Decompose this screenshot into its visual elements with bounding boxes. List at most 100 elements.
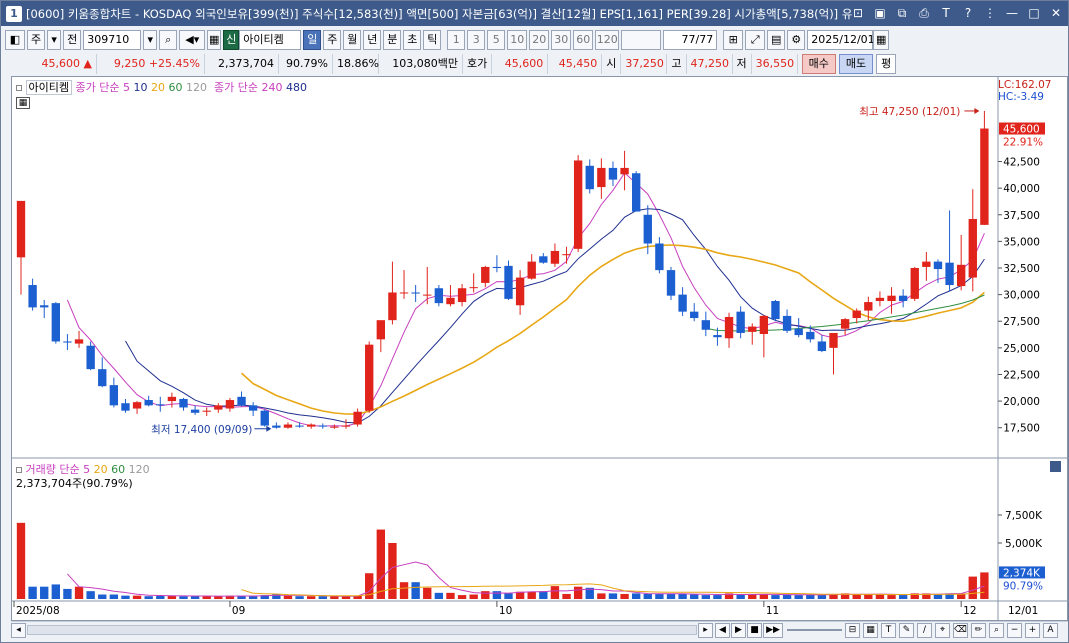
pin-icon[interactable]: ⋮ xyxy=(982,4,998,22)
volume-bar xyxy=(887,595,896,599)
maximize-icon[interactable]: □ xyxy=(1026,4,1042,22)
mode-dropdown-icon[interactable]: ▾ xyxy=(47,30,62,50)
interval-60-button[interactable]: 60 xyxy=(573,30,594,50)
volume-bar xyxy=(190,596,200,599)
date-input[interactable]: 2025/12/01 xyxy=(807,30,875,50)
chart-area[interactable]: 42,500 40,000 37,500 35,000 32,500 30,000 27,5… xyxy=(11,76,1069,622)
interval-3-button[interactable]: 3 xyxy=(467,30,486,50)
scroll-right-small-icon[interactable]: ▸ xyxy=(698,623,713,638)
period-second-button[interactable]: 초 xyxy=(403,30,422,50)
text-icon[interactable]: T xyxy=(938,4,954,22)
interval-10-button[interactable]: 10 xyxy=(507,30,528,50)
mode-select[interactable]: 주 xyxy=(27,30,46,50)
volume-bar xyxy=(457,595,467,599)
print-icon[interactable]: ⎙ xyxy=(916,4,932,22)
new-listing-badge: 신 xyxy=(223,30,240,50)
volume-bar xyxy=(782,594,792,599)
buy-button[interactable]: 매수 xyxy=(801,54,836,74)
panel-menu-icon[interactable] xyxy=(1050,461,1061,472)
interval-1-button[interactable]: 1 xyxy=(447,30,466,50)
list-icon[interactable]: ▦ xyxy=(207,30,222,50)
volume-bar xyxy=(16,522,26,599)
pen-icon[interactable]: ✏ xyxy=(971,623,986,638)
nav-end-button[interactable]: ▶▶ xyxy=(763,623,783,638)
plus-icon[interactable]: + xyxy=(1025,623,1040,638)
font-icon[interactable]: A xyxy=(1043,623,1058,638)
y-tick-label: 37,500 xyxy=(1003,210,1040,222)
search-icon[interactable]: ⌕ xyxy=(159,30,178,50)
eraser-icon[interactable]: ⌫ xyxy=(953,623,968,638)
custom-interval-select[interactable] xyxy=(621,30,662,50)
period-minute-button[interactable]: 분 xyxy=(383,30,402,50)
volume-bar xyxy=(608,593,618,599)
sound-icon[interactable]: ◀▾ xyxy=(179,30,206,50)
period-year-button[interactable]: 년 xyxy=(363,30,382,50)
nav-next-button[interactable]: ▶ xyxy=(731,623,746,638)
low-label: 저 xyxy=(733,54,752,74)
interval-30-button[interactable]: 30 xyxy=(551,30,572,50)
data-table-icon[interactable]: ▦ xyxy=(16,97,30,109)
vol-tick-label: 7,500K xyxy=(1005,510,1043,522)
period-week-button[interactable]: 주 xyxy=(323,30,342,50)
interval-20-button[interactable]: 20 xyxy=(529,30,550,50)
period-tick-button[interactable]: 틱 xyxy=(423,30,442,50)
nav-stop-button[interactable]: ■ xyxy=(747,623,762,638)
code-dropdown-icon[interactable]: ▾ xyxy=(143,30,158,50)
save-icon[interactable]: ▤ xyxy=(767,30,786,50)
legend-toggle-icon[interactable] xyxy=(16,85,22,91)
nav-prev-button[interactable]: ◀ xyxy=(715,623,730,638)
legend-ma-prefix: 종가 단순 xyxy=(75,81,120,94)
data-count: 77 xyxy=(681,33,696,46)
close-icon[interactable]: ✕ xyxy=(1048,4,1064,22)
zoom-icon[interactable]: ⌕ xyxy=(989,623,1004,638)
line-icon[interactable]: ∕ xyxy=(917,623,932,638)
average-button[interactable]: 평 xyxy=(876,54,897,74)
crosshair-icon[interactable]: ⊞ xyxy=(723,30,744,50)
zoom-slider[interactable] xyxy=(787,629,842,631)
candle-body xyxy=(608,167,618,180)
sell-button[interactable]: 매도 xyxy=(838,54,874,74)
y-tick-label: 17,500 xyxy=(1003,423,1040,435)
scroll-track[interactable] xyxy=(27,625,697,635)
candle-body xyxy=(550,250,560,264)
layout-toggle-icon[interactable]: ◧ xyxy=(5,30,25,50)
interval-120-button[interactable]: 120 xyxy=(595,30,620,50)
marker-icon[interactable]: ⌖ xyxy=(935,623,950,638)
tools-icon[interactable]: ⤢ xyxy=(745,30,766,50)
prev-button[interactable]: 전 xyxy=(63,30,82,50)
chart-canvas[interactable]: 42,500 40,000 37,500 35,000 32,500 30,000 27,5… xyxy=(12,77,1069,622)
period-day-button[interactable]: 일 xyxy=(303,30,322,50)
candle-body xyxy=(759,315,769,335)
candle-body xyxy=(736,311,745,333)
candle-body xyxy=(840,319,850,329)
layout-icon[interactable]: ▣ xyxy=(872,4,888,22)
interval-5-button[interactable]: 5 xyxy=(487,30,506,50)
y-tick-label: 42,500 xyxy=(1003,157,1040,169)
draw-icon[interactable]: ✎ xyxy=(899,623,914,638)
grid-icon[interactable]: ▦ xyxy=(863,623,878,638)
candle-body xyxy=(527,261,536,279)
gear-icon[interactable]: ⚙ xyxy=(787,30,806,50)
stock-code-input[interactable]: 309710 xyxy=(83,30,142,50)
minimize-icon[interactable]: — xyxy=(1004,4,1020,22)
candle-body xyxy=(283,424,293,428)
volume-legend-toggle-icon[interactable] xyxy=(16,467,22,473)
period-month-button[interactable]: 월 xyxy=(343,30,362,50)
chart-scrollbar[interactable]: ◂ ▸ ◀ ▶ ■ ▶▶ ⊟ ▦ T ✎ ∕ ⌖ ⌫ ✏ ⌕ − + A xyxy=(11,621,1068,639)
scroll-left-icon[interactable]: ◂ xyxy=(11,623,26,638)
text-tool-icon[interactable]: T xyxy=(881,623,896,638)
volume-bar xyxy=(469,594,478,599)
help-icon[interactable]: ? xyxy=(960,4,976,22)
minus-icon[interactable]: − xyxy=(1007,623,1022,638)
calendar-icon[interactable]: ▦ xyxy=(873,30,890,50)
legend-stock-name[interactable]: 아이티켐 xyxy=(25,80,72,95)
ruler-icon[interactable]: ⊟ xyxy=(845,623,860,638)
data-count-field[interactable]: 77/77 xyxy=(663,30,718,50)
link-icon[interactable]: ⊡ xyxy=(850,4,866,22)
copy-icon[interactable]: ⧉ xyxy=(894,4,910,22)
volume-bar xyxy=(28,586,37,599)
volume-bar xyxy=(132,595,142,599)
stock-name-field[interactable]: 아이티켐 xyxy=(239,30,302,50)
window-number-badge[interactable]: 1 xyxy=(6,5,22,22)
candle-body xyxy=(724,316,734,339)
